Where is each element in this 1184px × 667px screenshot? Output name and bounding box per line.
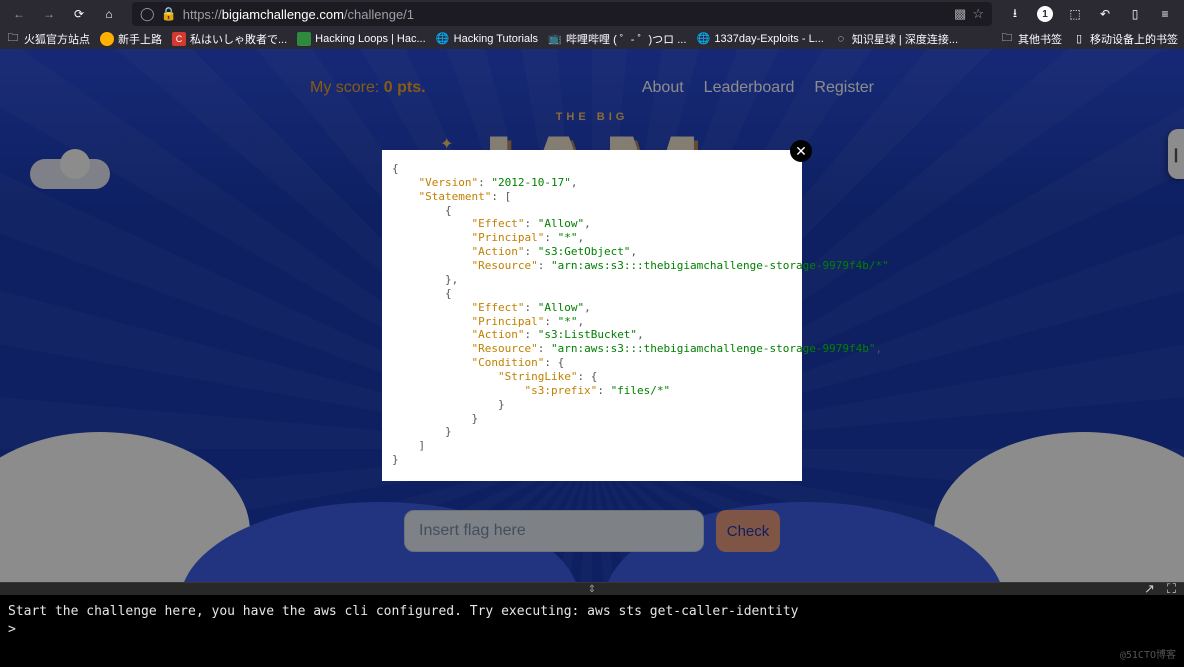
bookmark-item[interactable]: C私はいしゃ敗者で...	[172, 31, 287, 47]
back-button[interactable]: ←	[6, 2, 32, 26]
bookmark-item[interactable]: 🌐1337day-Exploits - L...	[696, 32, 823, 46]
url-text: https://bigiamchallenge.com/challenge/1	[183, 7, 414, 22]
policy-modal: ✕ { "Version": "2012-10-17", "Statement"…	[382, 150, 802, 481]
extensions-icon[interactable]: ⬚	[1062, 2, 1088, 26]
menu-icon[interactable]: ≡	[1152, 2, 1178, 26]
bookmark-item[interactable]: Hacking Loops | Hac...	[297, 32, 425, 46]
modal-overlay[interactable]: ✕ { "Version": "2012-10-17", "Statement"…	[0, 49, 1184, 582]
reload-button[interactable]: ⟳	[66, 2, 92, 26]
forward-button[interactable]: →	[36, 2, 62, 26]
lock-icon: 🔒	[161, 6, 177, 22]
globe-icon: 🌐	[696, 32, 710, 46]
favicon	[297, 32, 311, 46]
policy-json: { "Version": "2012-10-17", "Statement": …	[392, 162, 792, 467]
other-bookmarks[interactable]: 🗀其他书签	[1000, 31, 1062, 47]
bookmark-item[interactable]: 📺哔哩哔哩 ( ゜- ゜)つロ ...	[548, 31, 686, 47]
account-icon[interactable]: 1	[1032, 2, 1058, 26]
browser-toolbar: ← → ⟳ ⌂ ◯ 🔒 https://bigiamchallenge.com/…	[0, 0, 1184, 28]
bookmarks-bar: 🗀火狐官方站点 新手上路 C私はいしゃ敗者で... Hacking Loops …	[0, 28, 1184, 49]
home-button[interactable]: ⌂	[96, 2, 122, 26]
undo-icon[interactable]: ↶	[1092, 2, 1118, 26]
mobile-icon: ▯	[1072, 32, 1086, 46]
drag-handle-icon: ⇕	[588, 584, 596, 595]
folder-icon: 🗀	[6, 32, 20, 46]
account-badge: 1	[1037, 6, 1053, 22]
close-icon[interactable]: ✕	[790, 140, 812, 162]
qr-icon[interactable]: ▩	[954, 6, 966, 22]
mobile-bookmarks[interactable]: ▯移动设备上的书签	[1072, 31, 1178, 47]
favicon: C	[172, 32, 186, 46]
bookmark-item[interactable]: 🗀火狐官方站点	[6, 31, 90, 47]
page-content: My score: 0 pts. About Leaderboard Regis…	[0, 49, 1184, 582]
watermark: @51CTO博客	[1120, 649, 1176, 663]
pocket-icon[interactable]: ▯	[1122, 2, 1148, 26]
favicon: 📺	[548, 32, 562, 46]
bookmark-item[interactable]: 新手上路	[100, 31, 162, 47]
bookmark-item[interactable]: 🌐Hacking Tutorials	[436, 32, 538, 46]
folder-icon: 🗀	[1000, 32, 1014, 46]
terminal[interactable]: Start the challenge here, you have the a…	[0, 595, 1184, 667]
globe-icon: 🌐	[436, 32, 450, 46]
downloads-icon[interactable]: ⭳	[1002, 2, 1028, 26]
favicon	[100, 32, 114, 46]
bookmark-star-icon[interactable]: ☆	[972, 6, 984, 22]
bookmark-item[interactable]: ◌知识星球 | 深度连接...	[834, 31, 958, 47]
url-bar[interactable]: ◯ 🔒 https://bigiamchallenge.com/challeng…	[132, 2, 992, 26]
terminal-resize-handle[interactable]: ⇕ ↗ ⛶	[0, 582, 1184, 595]
terminal-line: Start the challenge here, you have the a…	[8, 603, 1176, 621]
spinner-icon: ◌	[834, 32, 848, 46]
terminal-prompt: >	[8, 621, 1176, 639]
shield-icon: ◯	[140, 6, 155, 22]
